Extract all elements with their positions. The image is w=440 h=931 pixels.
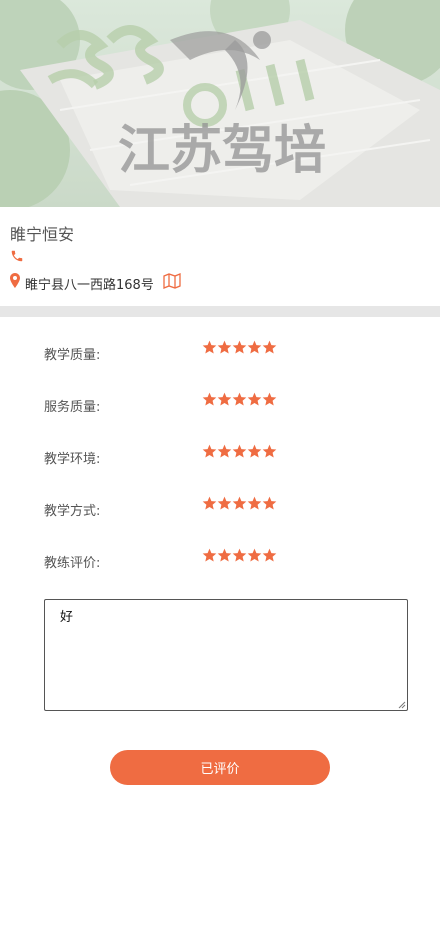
star-icon[interactable] xyxy=(202,392,217,407)
star-icon[interactable] xyxy=(217,444,232,459)
rating-label: 教练评价: xyxy=(44,556,101,571)
rating-row: 教练评价: xyxy=(0,548,440,574)
star-icon[interactable] xyxy=(262,548,277,563)
school-info: 睢宁恒安 睢宁县八一西路168号 xyxy=(0,207,440,306)
rating-row: 教学方式: xyxy=(0,496,440,522)
comment-text: 好 xyxy=(60,610,74,625)
training-ground-photo: 江苏驾培 xyxy=(0,0,440,207)
star-icon[interactable] xyxy=(202,496,217,511)
star-rating[interactable] xyxy=(202,496,277,511)
resize-handle-icon[interactable] xyxy=(398,701,406,709)
star-icon[interactable] xyxy=(232,392,247,407)
star-icon[interactable] xyxy=(202,340,217,355)
banner-image: 江苏驾培 xyxy=(0,0,440,207)
star-icon[interactable] xyxy=(247,392,262,407)
star-rating[interactable] xyxy=(202,392,277,407)
star-icon[interactable] xyxy=(217,496,232,511)
address-row: 睢宁县八一西路168号 xyxy=(10,272,181,294)
star-icon[interactable] xyxy=(232,444,247,459)
star-icon[interactable] xyxy=(217,340,232,355)
school-name: 睢宁恒安 xyxy=(10,227,75,244)
star-icon[interactable] xyxy=(232,496,247,511)
phone-row[interactable] xyxy=(10,249,24,267)
phone-icon[interactable] xyxy=(10,250,24,267)
star-icon[interactable] xyxy=(217,548,232,563)
star-icon[interactable] xyxy=(202,444,217,459)
rating-label: 服务质量: xyxy=(44,400,101,415)
address-text: 睢宁县八一西路168号 xyxy=(25,277,154,293)
star-icon[interactable] xyxy=(247,444,262,459)
rating-row: 教学质量: xyxy=(0,340,440,366)
section-divider xyxy=(0,306,440,317)
star-rating[interactable] xyxy=(202,548,277,563)
star-icon[interactable] xyxy=(202,548,217,563)
star-icon[interactable] xyxy=(217,392,232,407)
submit-rating-button[interactable]: 已评价 xyxy=(110,750,330,785)
rating-label: 教学环境: xyxy=(44,452,101,467)
location-pin-icon xyxy=(10,273,20,293)
star-icon[interactable] xyxy=(262,392,277,407)
comment-textarea[interactable]: 好 xyxy=(44,599,408,711)
star-rating[interactable] xyxy=(202,340,277,355)
rating-row: 教学环境: xyxy=(0,444,440,470)
star-icon[interactable] xyxy=(247,340,262,355)
star-icon[interactable] xyxy=(262,340,277,355)
star-icon[interactable] xyxy=(247,548,262,563)
star-icon[interactable] xyxy=(232,340,247,355)
star-icon[interactable] xyxy=(262,496,277,511)
star-icon[interactable] xyxy=(247,496,262,511)
star-rating[interactable] xyxy=(202,444,277,459)
rating-row: 服务质量: xyxy=(0,392,440,418)
map-icon[interactable] xyxy=(163,272,181,294)
star-icon[interactable] xyxy=(232,548,247,563)
star-icon[interactable] xyxy=(262,444,277,459)
rating-label: 教学方式: xyxy=(44,504,101,519)
rating-label: 教学质量: xyxy=(44,348,101,363)
